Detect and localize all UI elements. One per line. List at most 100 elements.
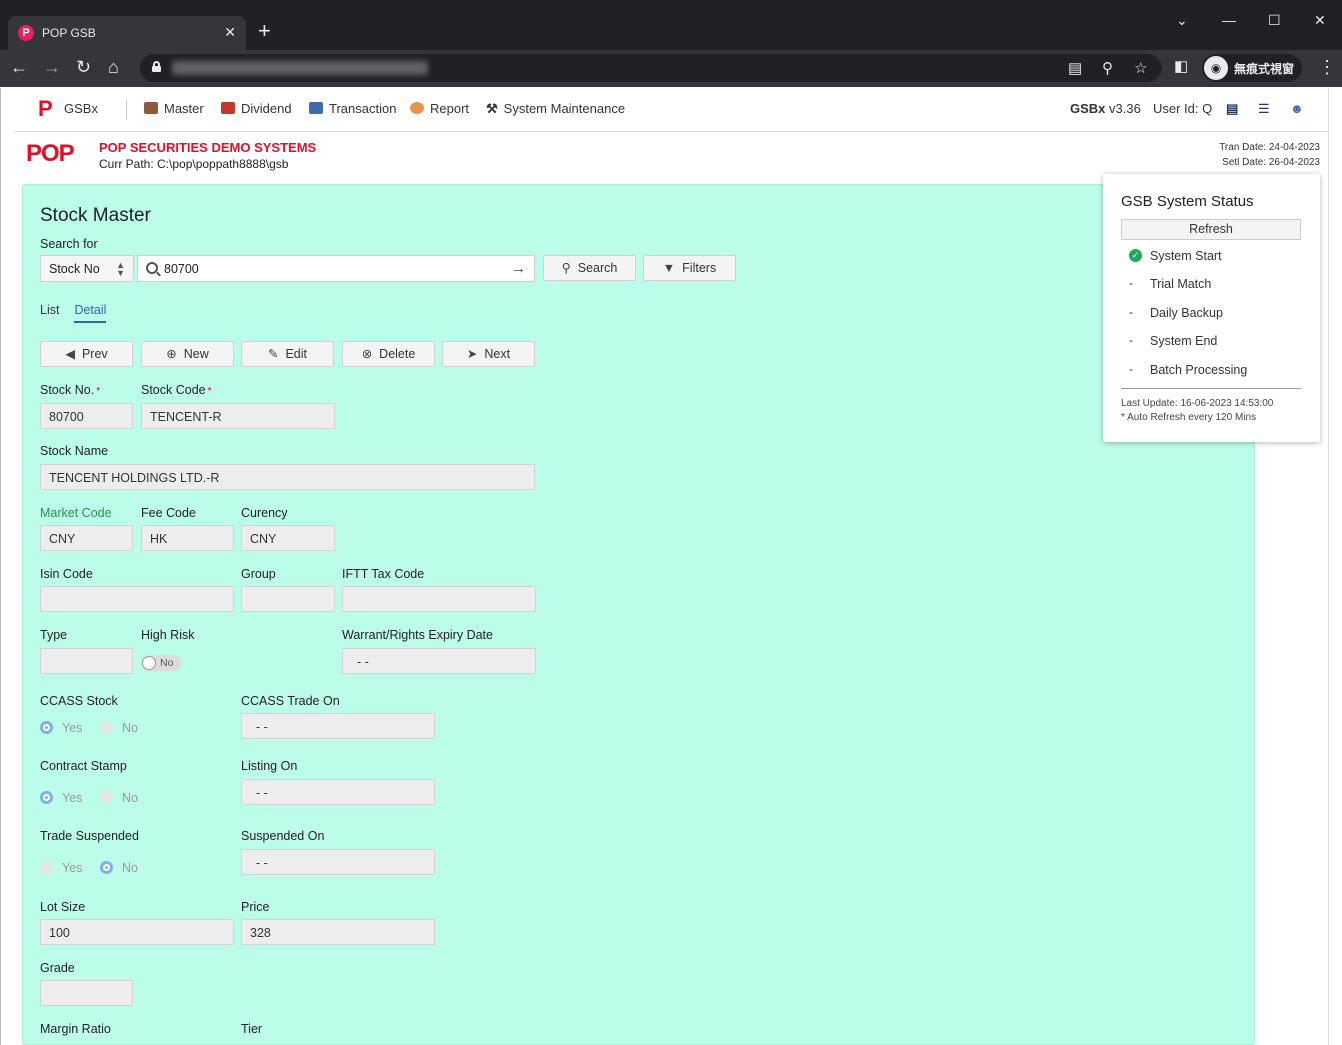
nav-dividend[interactable]: Dividend xyxy=(221,101,292,116)
lot-size-field[interactable]: 100 xyxy=(40,919,234,945)
forward-icon[interactable]: → xyxy=(43,58,61,76)
ccass-trade-label: CCASS Trade On xyxy=(241,694,340,708)
status-divider xyxy=(1121,388,1301,389)
keyboard-icon[interactable]: ▤ xyxy=(1226,101,1238,117)
price-field[interactable]: 328 xyxy=(241,919,435,945)
pop-logo: POP xyxy=(26,142,88,170)
last-update: Last Update: 16-06-2023 14:53:00 xyxy=(1121,398,1274,409)
home-icon[interactable]: ⌂ xyxy=(108,58,119,76)
brand-name[interactable]: GSBx xyxy=(64,101,98,116)
next-button[interactable]: ➤ Next xyxy=(442,341,535,367)
search-field-select[interactable]: Stock No ▲ ▼ xyxy=(40,255,134,282)
reload-icon[interactable]: ↻ xyxy=(76,58,91,76)
users-icon[interactable]: ☻ xyxy=(1290,101,1304,116)
market-code-field[interactable]: CNY xyxy=(40,525,133,551)
pending-dash: - xyxy=(1129,362,1133,376)
isin-field[interactable] xyxy=(40,586,234,612)
nav-report[interactable]: Report xyxy=(410,101,469,116)
high-risk-toggle[interactable]: No xyxy=(141,655,181,671)
tab-detail[interactable]: Detail xyxy=(74,303,107,323)
stock-code-field[interactable]: TENCENT-R xyxy=(141,403,335,429)
radio-label: Yes xyxy=(62,721,83,735)
contract-stamp-label: Contract Stamp xyxy=(40,759,127,773)
prev-button-label: Prev xyxy=(81,347,108,361)
radio-dot xyxy=(100,721,113,734)
currency-field[interactable]: CNY xyxy=(241,525,335,551)
nav-master[interactable]: Master xyxy=(144,101,204,116)
app-navbar: P GSBx Master Dividend Transaction Repor… xyxy=(14,88,1328,132)
radio-label: No xyxy=(122,861,138,875)
tab-search-chevron-icon[interactable]: ⌄ xyxy=(1176,12,1188,29)
browser-tab[interactable]: P POP GSB ✕ xyxy=(8,16,246,50)
nav-system-maintenance[interactable]: ⚒ System Maintenance xyxy=(486,101,625,117)
version-number: v3.36 xyxy=(1109,101,1141,116)
company-name: POP SECURITIES DEMO SYSTEMS xyxy=(99,140,317,155)
margin-ratio-label: Margin Ratio xyxy=(40,1022,111,1036)
status-daily-backup: Daily Backup xyxy=(1150,306,1223,320)
grade-field[interactable] xyxy=(40,980,133,1006)
ccass-trade-field[interactable]: - - xyxy=(241,713,435,739)
translate-icon[interactable]: ▤ xyxy=(1068,59,1082,77)
search-input[interactable]: 80700 → xyxy=(137,255,535,282)
back-icon[interactable]: ← xyxy=(10,58,28,76)
arrow-right-icon[interactable]: → xyxy=(511,260,526,277)
market-code-label[interactable]: Market Code xyxy=(40,506,112,520)
contract-yes-radio[interactable]: Yes xyxy=(40,791,82,805)
tab-list[interactable]: List xyxy=(40,303,59,321)
status-trial-match: Trial Match xyxy=(1150,277,1212,291)
ccass-yes-radio[interactable]: Yes xyxy=(40,721,82,735)
contract-no-radio[interactable]: No xyxy=(100,791,138,805)
delete-button[interactable]: ⊗ Delete xyxy=(342,341,435,367)
ifft-field[interactable] xyxy=(342,586,536,612)
search-button-label: Search xyxy=(577,261,618,275)
high-risk-label: High Risk xyxy=(141,628,195,642)
high-risk-value: No xyxy=(160,657,174,669)
list-icon[interactable]: ☰ xyxy=(1258,101,1270,117)
zoom-icon[interactable]: ⚲ xyxy=(1102,59,1113,77)
delete-button-label: Delete xyxy=(379,347,416,361)
minimize-icon[interactable]: — xyxy=(1222,12,1236,28)
side-panel-icon[interactable]: ◧ xyxy=(1174,58,1188,76)
new-tab-icon[interactable]: + xyxy=(258,20,271,42)
trade-suspended-label: Trade Suspended xyxy=(40,829,139,843)
suspended-on-field[interactable]: - - xyxy=(241,849,435,875)
refresh-button[interactable]: Refresh xyxy=(1121,219,1301,240)
suspended-yes-radio[interactable]: Yes xyxy=(40,861,82,875)
bookmark-star-icon[interactable]: ☆ xyxy=(1134,59,1147,77)
currency-label: Curency xyxy=(241,506,288,520)
prev-button[interactable]: ◀ Prev xyxy=(40,341,133,367)
browser-tab-bar: P POP GSB ✕ + ⌄ — ☐ ✕ xyxy=(0,0,1342,50)
type-field[interactable] xyxy=(40,648,133,674)
suspended-no-radio[interactable]: No xyxy=(100,861,138,875)
group-field[interactable] xyxy=(241,586,335,612)
type-label: Type xyxy=(40,628,68,642)
status-system-start: System Start xyxy=(1150,249,1222,263)
page-title: Stock Master xyxy=(40,205,151,226)
nav-divider xyxy=(126,100,127,120)
blurred-url xyxy=(172,61,428,75)
tab-close-icon[interactable]: ✕ xyxy=(224,24,236,41)
stock-name-field[interactable]: TENCENT HOLDINGS LTD.-R xyxy=(40,464,535,490)
new-button[interactable]: ⊕ New xyxy=(141,341,234,367)
listing-on-field[interactable]: - - xyxy=(241,779,435,805)
fee-code-field[interactable]: HK xyxy=(141,525,234,551)
window-close-icon[interactable]: ✕ xyxy=(1314,12,1326,29)
lot-size-label: Lot Size xyxy=(40,900,86,914)
lock-icon xyxy=(152,61,161,72)
stock-no-field[interactable]: 80700 xyxy=(40,403,133,429)
filters-button[interactable]: ▼ Filters xyxy=(643,255,736,281)
incognito-profile[interactable]: ◉ 無痕式視窗 xyxy=(1202,54,1302,82)
nav-transaction[interactable]: Transaction xyxy=(309,101,396,116)
address-bar[interactable]: ▤ ⚲ ☆ xyxy=(140,54,1162,82)
search-button[interactable]: ⚲ Search xyxy=(543,255,636,281)
edit-button[interactable]: ✎ Edit xyxy=(241,341,334,367)
ccass-no-radio[interactable]: No xyxy=(100,721,138,735)
radio-dot xyxy=(100,861,113,874)
radio-label: Yes xyxy=(62,861,83,875)
browser-menu-icon[interactable]: ⋮ xyxy=(1318,58,1336,76)
maximize-icon[interactable]: ☐ xyxy=(1268,12,1281,29)
search-icon: ⚲ xyxy=(561,261,571,275)
warrant-expiry-field[interactable]: - - xyxy=(342,648,536,674)
fee-code-label: Fee Code xyxy=(141,506,196,520)
brand-logo-icon[interactable]: P xyxy=(38,98,53,120)
